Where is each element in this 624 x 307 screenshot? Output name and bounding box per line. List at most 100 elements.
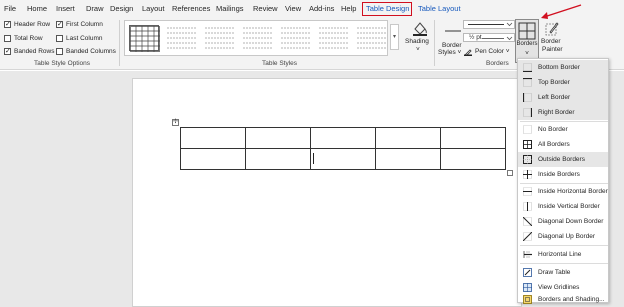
diagonal-down-border-icon	[523, 217, 532, 226]
pen-color-label: Pen Color ˅	[475, 47, 510, 55]
borders-and-shading-icon	[523, 294, 532, 304]
grid-style-icon	[130, 26, 160, 52]
menu-item-horizontal-line[interactable]: Horizontal Line	[518, 247, 608, 262]
border-painter-button[interactable]	[545, 20, 559, 38]
border-painter-label-2: Painter	[542, 46, 563, 53]
borders-dropdown-menu: Bottom Border Top Border Left Border Rig…	[517, 58, 609, 304]
table-cell[interactable]	[375, 127, 441, 149]
menu-view[interactable]: View	[285, 4, 301, 13]
table-design-highlight-box	[362, 2, 412, 16]
borders-button-label: Borders	[516, 41, 538, 47]
menu-item-top-border[interactable]: Top Border	[518, 75, 608, 90]
menu-home[interactable]: Home	[27, 4, 47, 13]
table-resize-handle[interactable]	[507, 170, 513, 176]
borders-group-label: Borders	[486, 60, 509, 67]
menu-draw[interactable]: Draw	[86, 4, 104, 13]
text-cursor	[313, 153, 314, 164]
horizontal-line-icon	[523, 251, 532, 258]
menu-item-view-gridlines[interactable]: View Gridlines	[518, 280, 608, 295]
line-weight-select[interactable]: ½ pt	[463, 33, 515, 42]
menu-references[interactable]: References	[172, 4, 210, 13]
table-row	[180, 148, 506, 170]
line-weight-preview-icon	[482, 36, 513, 41]
border-styles-button[interactable]	[444, 21, 462, 41]
table-style-thumb-icon	[167, 27, 197, 49]
table-style-option[interactable]	[243, 25, 273, 51]
border-styles-label-2: Styles ˅	[438, 49, 462, 56]
table-cell[interactable]	[245, 148, 311, 170]
table-style-option[interactable]	[281, 25, 311, 51]
bottom-border-icon	[523, 63, 532, 72]
menu-separator	[520, 245, 608, 246]
table-move-handle-icon[interactable]: ✢	[172, 119, 179, 126]
menu-item-outside-borders[interactable]: Outside Borders	[518, 152, 608, 167]
diagonal-up-border-icon	[523, 232, 532, 241]
menu-help[interactable]: Help	[341, 4, 356, 13]
menu-item-inside-horizontal-border[interactable]: Inside Horizontal Border	[518, 184, 608, 199]
header-row-checkbox[interactable]: Header Row	[4, 20, 50, 28]
menu-design[interactable]: Design	[110, 4, 133, 13]
line-style-select[interactable]	[463, 20, 515, 29]
table-style-thumb-icon	[357, 27, 387, 49]
menu-item-draw-table[interactable]: Draw Table	[518, 265, 608, 280]
menu-bar: File Home Insert Draw Design Layout Refe…	[0, 0, 624, 18]
menu-item-inside-vertical-border[interactable]: Inside Vertical Border	[518, 199, 608, 214]
table-styles-gallery[interactable]	[124, 20, 388, 56]
table-cell[interactable]	[375, 148, 441, 170]
menu-item-all-borders[interactable]: All Borders	[518, 137, 608, 152]
table-cell[interactable]	[310, 148, 376, 170]
table-cell[interactable]	[180, 127, 246, 149]
border-painter-icon	[545, 22, 559, 36]
table-style-option[interactable]	[319, 25, 349, 51]
table-style-option[interactable]	[357, 25, 387, 51]
pen-color-button[interactable]: Pen Color ˅	[463, 46, 517, 56]
pen-icon	[464, 48, 472, 56]
total-row-checkbox[interactable]: Total Row	[4, 35, 43, 42]
top-border-icon	[523, 78, 532, 87]
menu-add-ins[interactable]: Add-ins	[309, 4, 334, 13]
menu-item-right-border[interactable]: Right Border	[518, 105, 608, 120]
menu-item-left-border[interactable]: Left Border	[518, 90, 608, 105]
menu-mailings[interactable]: Mailings	[216, 4, 244, 13]
table-styles-more-button[interactable]: ▾	[390, 24, 399, 50]
menu-insert[interactable]: Insert	[56, 4, 75, 13]
table-style-thumb-icon	[243, 27, 273, 49]
table-style-option[interactable]	[167, 25, 197, 51]
borders-dropdown-button[interactable]: Borders ˅	[515, 19, 539, 63]
table-styles-label: Table Styles	[262, 60, 298, 67]
first-column-checkbox[interactable]: First Column	[56, 20, 103, 28]
inside-vertical-border-icon	[523, 202, 532, 211]
document-page[interactable]	[132, 78, 522, 307]
table-cell[interactable]	[180, 148, 246, 170]
annotation-arrow-icon	[541, 4, 582, 19]
menu-layout[interactable]: Layout	[142, 4, 165, 13]
menu-item-no-border[interactable]: No Border	[518, 122, 608, 137]
left-border-icon	[523, 93, 532, 102]
menu-item-diagonal-up-border[interactable]: Diagonal Up Border	[518, 229, 608, 244]
document-table[interactable]	[180, 127, 506, 170]
table-cell[interactable]	[245, 127, 311, 149]
table-cell[interactable]	[310, 127, 376, 149]
menu-item-bottom-border[interactable]: Bottom Border	[518, 60, 608, 75]
banded-rows-checkbox[interactable]: Banded Rows	[4, 47, 54, 55]
table-cell[interactable]	[440, 148, 506, 170]
border-styles-label-1: Border	[442, 42, 462, 49]
menu-file[interactable]: File	[4, 4, 16, 13]
table-style-option[interactable]	[205, 25, 235, 51]
table-style-plain-grid[interactable]	[129, 25, 160, 52]
menu-item-borders-and-shading[interactable]: Borders and Shading...	[518, 294, 608, 304]
shading-button[interactable]	[410, 20, 430, 36]
last-column-checkbox[interactable]: Last Column	[56, 35, 103, 42]
line-style-preview-icon	[468, 22, 513, 27]
menu-review[interactable]: Review	[253, 4, 278, 13]
table-style-options-label: Table Style Options	[34, 60, 91, 67]
inside-borders-icon	[523, 170, 532, 179]
menu-item-inside-borders[interactable]: Inside Borders	[518, 167, 608, 182]
menu-item-diagonal-down-border[interactable]: Diagonal Down Border	[518, 214, 608, 229]
table-cell[interactable]	[440, 127, 506, 149]
table-style-thumb-icon	[281, 27, 311, 49]
menu-separator	[520, 263, 608, 264]
chevron-down-icon: ˅	[525, 50, 529, 57]
menu-table-layout[interactable]: Table Layout	[418, 4, 461, 13]
banded-columns-checkbox[interactable]: Banded Columns	[56, 48, 116, 55]
